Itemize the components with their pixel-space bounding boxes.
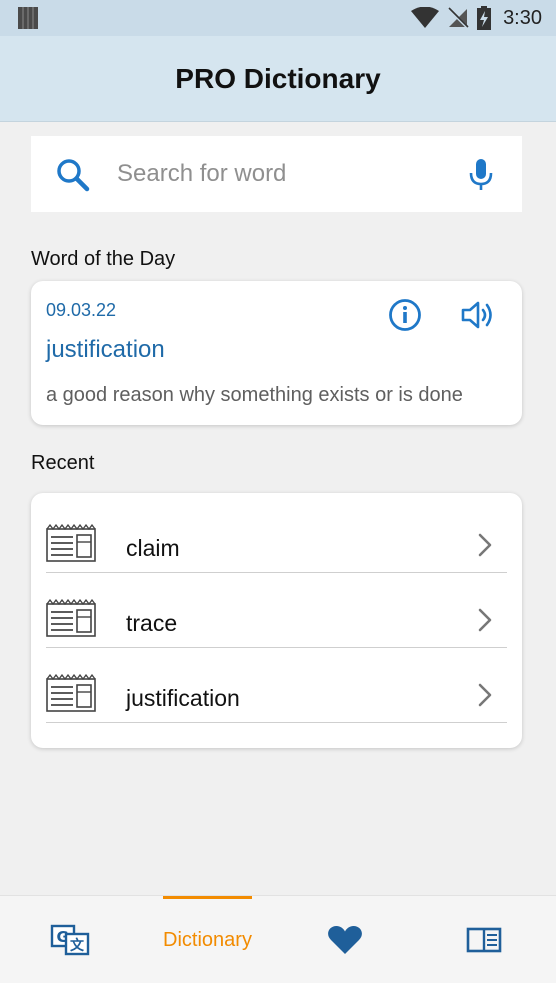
word-of-the-day-word[interactable]: justification [46, 336, 165, 364]
tab-favorites[interactable] [305, 896, 385, 983]
tab-dictionary-label: Dictionary [163, 928, 252, 951]
recent-item-justification[interactable]: justification [46, 648, 507, 723]
info-icon[interactable] [388, 298, 422, 332]
word-of-the-day-card[interactable]: 09.03.22 justification a good reason why… [31, 281, 522, 425]
bottom-navigation: G 文 Dictionary [0, 895, 556, 983]
signal-off-icon [447, 7, 470, 29]
chevron-right-icon [478, 608, 492, 632]
recent-item-label: trace [126, 610, 178, 636]
wifi-icon [411, 7, 440, 28]
svg-text:文: 文 [70, 937, 85, 954]
tab-reader[interactable] [444, 896, 524, 983]
word-of-the-day-date: 09.03.22 [46, 300, 117, 320]
word-of-the-day-definition: a good reason why something exists or is… [46, 384, 463, 406]
recent-list: claim trace justification [31, 493, 522, 748]
speaker-icon[interactable] [461, 298, 497, 332]
recent-item-trace[interactable]: trace [46, 573, 507, 648]
word-of-the-day-label: Word of the Day [31, 248, 176, 270]
recent-item-claim[interactable]: claim [46, 498, 507, 573]
sim-card-icon [18, 7, 38, 29]
newspaper-icon [46, 674, 96, 712]
search-input[interactable] [117, 154, 437, 194]
recent-item-label: claim [126, 535, 180, 561]
recent-item-label: justification [126, 685, 240, 711]
recent-label: Recent [31, 452, 95, 474]
newspaper-icon [46, 524, 96, 562]
search-icon[interactable] [55, 157, 91, 193]
search-bar[interactable] [31, 136, 522, 212]
chevron-right-icon [478, 683, 492, 707]
microphone-icon[interactable] [468, 158, 494, 192]
translate-icon[interactable]: G 文 [50, 924, 90, 956]
tab-dictionary[interactable]: Dictionary [150, 896, 265, 983]
heart-icon[interactable] [328, 925, 362, 955]
app-title: PRO Dictionary [175, 62, 381, 94]
tab-translate[interactable]: G 文 [30, 896, 110, 983]
book-open-icon[interactable] [466, 927, 502, 953]
status-time: 3:30 [503, 6, 542, 29]
app-bar: PRO Dictionary [0, 36, 556, 122]
newspaper-icon [46, 599, 96, 637]
battery-charging-icon [477, 6, 492, 30]
chevron-right-icon [478, 533, 492, 557]
status-bar: 3:30 [0, 0, 556, 36]
